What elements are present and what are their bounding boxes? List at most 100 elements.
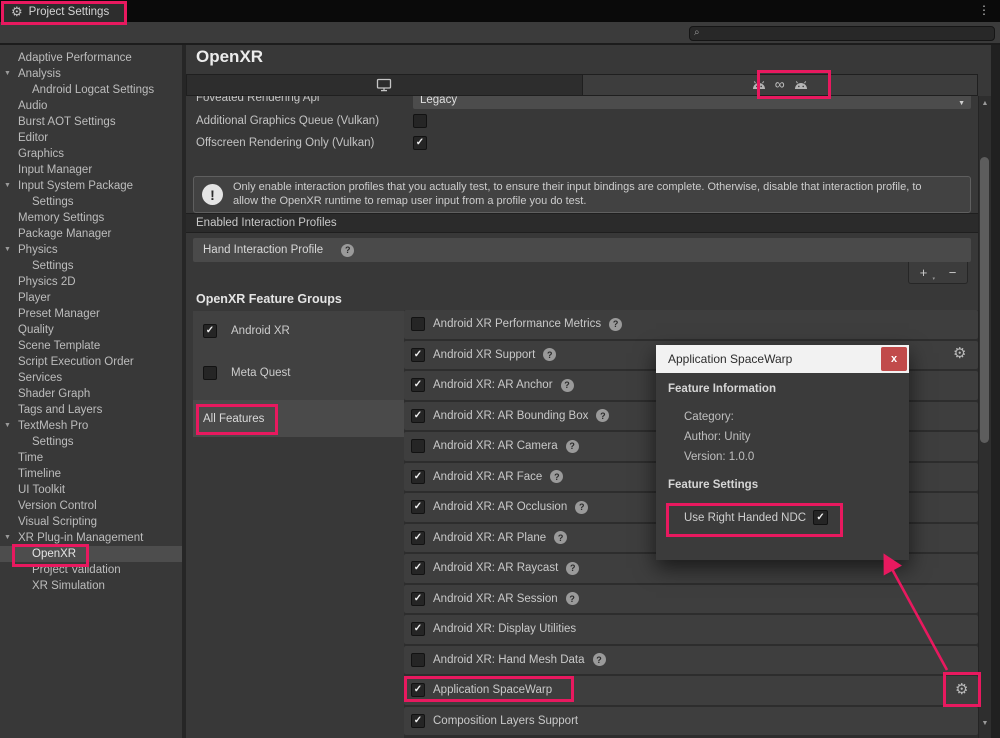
sidebar-item-textmesh-pro[interactable]: ▼ TextMesh Pro (0, 418, 182, 434)
feature-row-application-spacewarp[interactable]: ✓Application SpaceWarp (404, 676, 978, 705)
tab-desktop[interactable] (187, 75, 583, 95)
sidebar-item-burst-aot-settings[interactable]: Burst AOT Settings (0, 114, 182, 130)
help-icon[interactable]: ? (609, 318, 622, 331)
scroll-down-icon[interactable]: ▼ (980, 720, 990, 727)
help-icon[interactable]: ? (596, 409, 609, 422)
help-icon[interactable]: ? (550, 470, 563, 483)
sidebar-item-version-control[interactable]: Version Control (0, 498, 182, 514)
hand-interaction-profile-row[interactable]: Hand Interaction Profile ? (193, 238, 971, 262)
remove-profile-button[interactable]: − (938, 262, 967, 283)
platform-tabbar: ∞ (186, 74, 978, 96)
feature-checkbox[interactable]: ✓ (411, 714, 425, 728)
sidebar-item-audio[interactable]: Audio (0, 98, 182, 114)
sidebar-item-services[interactable]: Services (0, 370, 182, 386)
foldout-icon[interactable]: ▼ (4, 418, 11, 434)
sidebar-item-adaptive-performance[interactable]: Adaptive Performance (0, 50, 182, 66)
feature-row-android-xr-hand-mesh-data[interactable]: ✓ Android XR: Hand Mesh Data? (404, 646, 978, 675)
feature-label: Android XR: Hand Mesh Data (433, 654, 585, 666)
sidebar-item-physics[interactable]: ▼Physics (0, 242, 182, 258)
help-icon[interactable]: ? (566, 592, 579, 605)
foldout-icon[interactable]: ▼ (4, 530, 11, 546)
all-features-item[interactable]: All Features (193, 400, 404, 437)
help-icon[interactable]: ? (554, 531, 567, 544)
sidebar-item-tags-and-layers[interactable]: Tags and Layers (0, 402, 182, 418)
feature-checkbox[interactable]: ✓ (411, 500, 425, 514)
sidebar-item-graphics[interactable]: Graphics (0, 146, 182, 162)
tab-android-xr[interactable]: ∞ (583, 75, 978, 95)
offscreen-row: Offscreen Rendering Only (Vulkan) ✓ (196, 135, 616, 151)
sidebar-item-settings[interactable]: Settings (0, 434, 182, 450)
sidebar-item-preset-manager[interactable]: Preset Manager (0, 306, 182, 322)
foldout-icon[interactable]: ▼ (4, 66, 11, 82)
sidebar-item-ui-toolkit[interactable]: UI Toolkit (0, 482, 182, 498)
sidebar-item-memory-settings[interactable]: Memory Settings (0, 210, 182, 226)
sidebar-item-android-logcat-settings[interactable]: Android Logcat Settings (0, 82, 182, 98)
meta-quest-group-checkbox[interactable]: ✓ (203, 366, 217, 380)
sidebar-item-scene-template[interactable]: Scene Template (0, 338, 182, 354)
help-icon[interactable]: ? (561, 379, 574, 392)
sidebar-item-xr-plug-in-management[interactable]: ▼XR Plug-in Management (0, 530, 182, 546)
help-icon[interactable]: ? (341, 244, 354, 257)
kebab-menu-icon[interactable]: ⋮ (978, 3, 990, 17)
add-profile-button[interactable]: +▾ (909, 262, 938, 283)
sidebar-item-settings[interactable]: Settings (0, 194, 182, 210)
help-icon[interactable]: ? (543, 348, 556, 361)
feature-checkbox[interactable]: ✓ (411, 531, 425, 545)
sidebar-item-quality[interactable]: Quality (0, 322, 182, 338)
android-xr-group-checkbox[interactable]: ✓ (203, 324, 217, 338)
sidebar-item-input-manager[interactable]: Input Manager (0, 162, 182, 178)
help-icon[interactable]: ? (566, 440, 579, 453)
spacewarp-settings-gear-icon[interactable]: ⚙ (955, 682, 968, 697)
use-right-handed-ndc-checkbox[interactable]: ✓ (813, 510, 828, 525)
sidebar-item-input-system-package[interactable]: ▼Input System Package (0, 178, 182, 194)
project-settings-tab[interactable]: ⚙ Project Settings (3, 1, 125, 22)
sidebar-item-editor[interactable]: Editor (0, 130, 182, 146)
popup-close-button[interactable]: x (881, 347, 907, 371)
feature-checkbox[interactable]: ✓ (411, 561, 425, 575)
feature-checkbox[interactable]: ✓ (411, 622, 425, 636)
scrollbar-thumb[interactable] (980, 157, 989, 443)
feature-label: Android XR: AR Occlusion (433, 501, 567, 513)
sidebar-item-xr-simulation[interactable]: XR Simulation (0, 578, 182, 594)
feature-settings-gear-icon[interactable]: ⚙ (953, 346, 966, 361)
feature-row-android-xr-performance-metrics[interactable]: ✓ Android XR Performance Metrics? (404, 310, 978, 339)
feature-label: Android XR Performance Metrics (433, 318, 601, 330)
help-icon[interactable]: ? (593, 653, 606, 666)
sidebar-item-label: TextMesh Pro (18, 420, 88, 432)
help-icon[interactable]: ? (575, 501, 588, 514)
sidebar-item-package-manager[interactable]: Package Manager (0, 226, 182, 242)
feature-checkbox[interactable]: ✓ (411, 348, 425, 362)
sidebar-item-project-validation[interactable]: Project Validation (0, 562, 182, 578)
feature-row-android-xr-display-utilities[interactable]: ✓ Android XR: Display Utilities (404, 615, 978, 644)
help-icon[interactable]: ? (566, 562, 579, 575)
sidebar-item-visual-scripting[interactable]: Visual Scripting (0, 514, 182, 530)
sidebar-item-player[interactable]: Player (0, 290, 182, 306)
feature-checkbox[interactable]: ✓ (411, 683, 425, 697)
feature-checkbox[interactable]: ✓ (411, 470, 425, 484)
sidebar-item-timeline[interactable]: Timeline (0, 466, 182, 482)
sidebar-item-analysis[interactable]: ▼Analysis (0, 66, 182, 82)
feature-label: Android XR: Display Utilities (433, 623, 576, 635)
feature-checkbox[interactable]: ✓ (411, 378, 425, 392)
sidebar-item-time[interactable]: Time (0, 450, 182, 466)
foldout-icon[interactable]: ▼ (4, 242, 11, 258)
feature-checkbox[interactable]: ✓ (411, 592, 425, 606)
foldout-icon[interactable]: ▼ (4, 178, 11, 194)
search-input[interactable] (700, 28, 990, 40)
feature-row-composition-layers-support[interactable]: ✓Composition Layers Support (404, 707, 978, 736)
feature-checkbox[interactable]: ✓ (411, 317, 425, 331)
sidebar-item-openxr[interactable]: OpenXR (0, 546, 182, 562)
offscreen-checkbox[interactable]: ✓ (413, 136, 427, 150)
group-android-xr: ✓ Android XR (203, 324, 290, 338)
sidebar-item-shader-graph[interactable]: Shader Graph (0, 386, 182, 402)
scroll-up-icon[interactable]: ▲ (980, 100, 990, 107)
feature-row-android-xr-ar-session[interactable]: ✓Android XR: AR Session? (404, 585, 978, 614)
feature-checkbox[interactable]: ✓ (411, 439, 425, 453)
sidebar-item-physics-2d[interactable]: Physics 2D (0, 274, 182, 290)
additional-queue-checkbox[interactable]: ✓ (413, 114, 427, 128)
sidebar-item-script-execution-order[interactable]: Script Execution Order (0, 354, 182, 370)
feature-checkbox[interactable]: ✓ (411, 409, 425, 423)
search-box[interactable]: ⌕ (689, 26, 995, 41)
feature-checkbox[interactable]: ✓ (411, 653, 425, 667)
sidebar-item-settings[interactable]: Settings (0, 258, 182, 274)
